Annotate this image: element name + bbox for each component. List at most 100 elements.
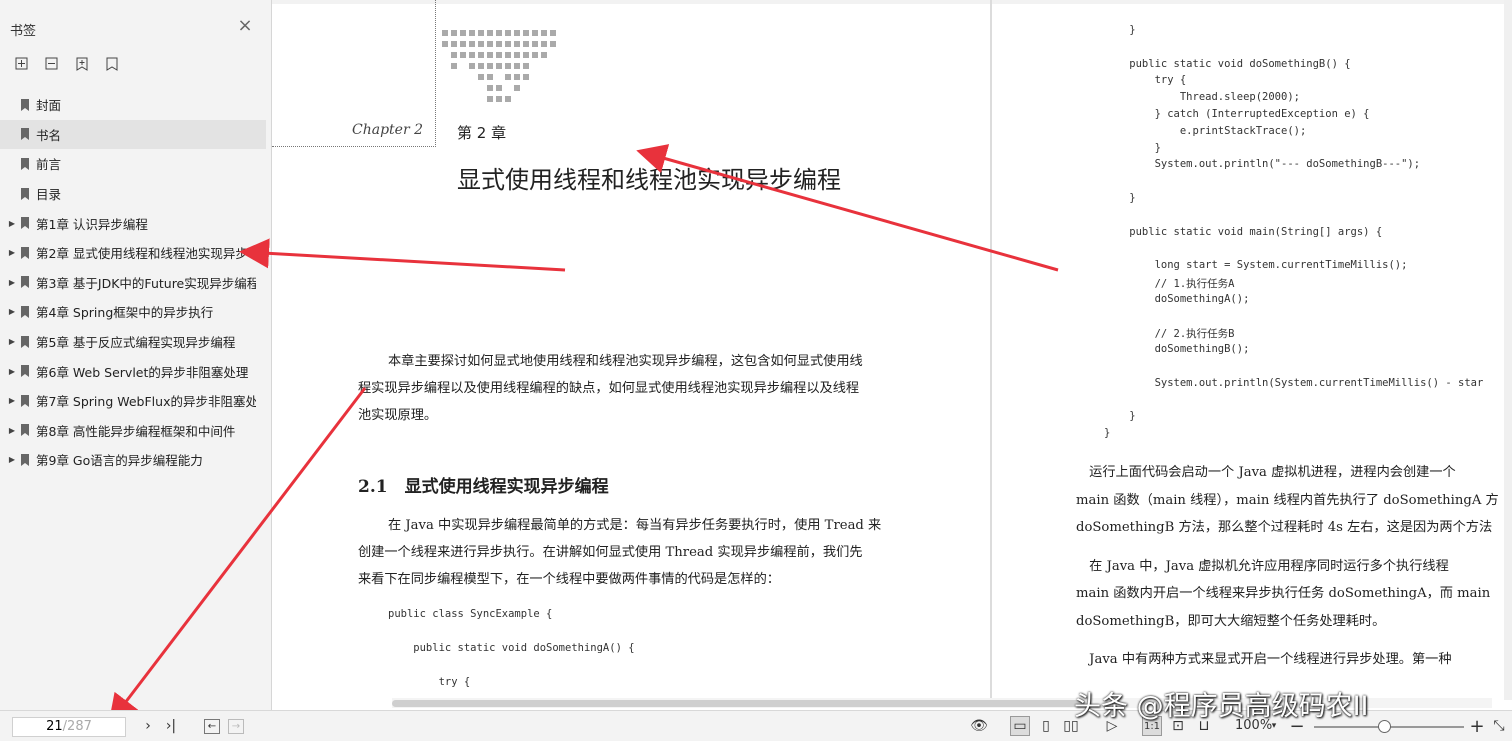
expand-arrow-icon[interactable]: ▶ [6,367,18,376]
bookmark-flag-icon [21,128,29,141]
bookmark-flag-icon [21,394,29,407]
expand-arrow-icon[interactable]: ▶ [6,426,18,435]
page-divider [990,0,992,700]
code-line: e.printStackTrace(); [1104,124,1307,137]
code-line: Thread.sleep(2000); [1104,91,1300,104]
code-line: } catch (InterruptedException e) { [1104,108,1370,120]
bookmark-item[interactable]: ▶ 第2章 显式使用线程和线程池实现异步 [0,238,272,268]
next-page-icon[interactable]: › [140,716,156,736]
bookmark-flag-icon [21,276,29,289]
text-line: doSomethingB，即可大大缩短整个任务处理耗时。 [1076,613,1386,629]
code-line: } [1104,192,1136,204]
bookmark-flag-icon [21,98,29,111]
next-view-icon[interactable]: → [228,719,244,734]
bookmark-flag-icon [21,157,29,170]
chapter-number: 第 2 章 [457,124,507,142]
prev-view-icon[interactable]: ← [204,719,220,734]
fullscreen-icon[interactable]: ⤡ [1490,716,1508,736]
text-line: main 函数（main 线程），main 线程内首先执行了 doSomethi… [1076,492,1499,508]
bookmark-flag-icon [21,187,29,200]
bookmark-list: 封面 书名 前言 目录 ▶ 第1章 认识异步编程 ▶ 第2章 显式使用线程和线程池实现异步 ▶ 第… [0,90,272,475]
add-bookmark-icon[interactable] [72,54,92,74]
code-line: } [1104,24,1136,36]
text-line: 池实现原理。 [358,408,438,423]
eye-icon[interactable]: 👁 [968,716,990,736]
expand-arrow-icon[interactable]: ▶ [6,307,18,316]
bookmark-label: 第7章 Spring WebFlux的异步非阻塞处理 [36,394,256,410]
code-line: } [1104,410,1136,423]
vertical-scrollbar[interactable] [1504,0,1512,700]
bookmark-label: 第9章 Go语言的异步编程能力 [36,453,203,469]
code-line: } [1104,141,1161,154]
bookmark-item[interactable]: ▶ 第6章 Web Servlet的异步非阻塞处理 [0,356,272,386]
bookmark-flag-icon [21,335,29,348]
code-line: doSomethingA(); [1104,292,1250,305]
chapter-decoration [442,30,556,102]
text-line: Java 中有两种方式来显式开启一个线程进行异步处理。第一种 [1076,652,1452,667]
close-icon[interactable]: × [236,17,254,36]
text-line: 来看下在同步编程模型下，在一个线程中要做两件事情的代码是怎样的： [358,572,780,587]
expand-arrow-icon[interactable]: ▶ [6,337,18,346]
bookmark-item[interactable]: ▶ 第7章 Spring WebFlux的异步非阻塞处理 [0,386,272,416]
zoom-in-icon[interactable]: + [1469,716,1484,737]
bookmark-label: 封面 [36,98,62,114]
bookmark-label: 第4章 Spring框架中的异步执行 [36,305,214,321]
collapse-all-icon[interactable] [42,54,62,74]
code-line: public static void main(String[] args) { [1104,225,1383,238]
expand-arrow-icon[interactable]: ▶ [6,219,18,228]
sidebar-toolbar [12,54,122,74]
bookmark-label: 书名 [36,127,62,143]
code-line: System.out.println(System.currentTimeMil… [1104,376,1484,389]
code-line: } [1104,427,1111,440]
bookmark-label: 第1章 认识异步编程 [36,216,148,232]
bookmark-label: 前言 [36,157,62,173]
bookmark-item[interactable]: ▶ 第1章 认识异步编程 [0,208,272,238]
expand-arrow-icon[interactable]: ▶ [6,455,18,464]
bookmark-item[interactable]: 封面 [0,90,272,120]
bookmark-item[interactable]: ▶ 第9章 Go语言的异步编程能力 [0,445,272,475]
text-line: 在 Java 中，Java 虚拟机允许应用程序同时运行多个执行线程 [1076,558,1449,574]
text-line: doSomethingB 方法，那么整个过程耗时 4s 左右，这是因为两个方法 [1076,520,1493,535]
code-line: long start = System.currentTimeMillis(); [1104,259,1408,272]
last-page-icon[interactable]: ›| [163,716,179,736]
bookmark-item[interactable]: 目录 [0,179,272,209]
code-line: try { [1104,74,1187,87]
expand-arrow-icon[interactable]: ▶ [6,248,18,257]
bookmark-flag-icon [21,365,29,378]
bookmark-item[interactable]: 书名 [0,119,266,150]
bookmark-icon[interactable] [102,54,122,74]
text-line: main 函数内开启一个线程来异步执行任务 doSomethingA，而 mai… [1076,586,1491,601]
expand-arrow-icon[interactable]: ▶ [6,396,18,405]
bookmark-item[interactable]: 前言 [0,149,272,179]
text-line: 在 Java 中实现异步编程最简单的方式是：每当有异步任务要执行时，使用 Tre… [388,518,882,533]
watermark: 头条 @程序员高级码农II [1074,691,1369,722]
expand-arrow-icon[interactable]: ▶ [6,278,18,287]
bookmark-flag-icon [21,217,29,230]
bookmark-item[interactable]: ▶ 第3章 基于JDK中的Future实现异步编程 [0,268,272,298]
text-line: 本章主要探讨如何显式地使用线程和线程池实现异步编程，这包含如何显式使用线 [388,354,863,369]
code-line: // 1.执行任务A [1104,278,1235,290]
continuous-page-icon[interactable]: ▯ [1036,716,1056,736]
single-page-icon[interactable]: ▭ [1010,716,1030,736]
page-top-edge [272,0,1512,4]
expand-all-icon[interactable] [12,54,32,74]
code-line: // 2.执行任务B [1104,328,1235,341]
bookmark-label: 第3章 基于JDK中的Future实现异步编程 [36,275,256,291]
code-line: public class SyncExample { [388,608,553,620]
bookmark-item[interactable]: ▶ 第4章 Spring框架中的异步执行 [0,297,272,327]
page-number-input[interactable]: 21/287 [12,717,126,737]
bookmark-label: 第5章 基于反应式编程实现异步编程 [36,335,236,351]
bookmark-label: 目录 [36,187,62,203]
scroll-thumb[interactable] [392,700,1082,707]
bookmark-label: 第2章 显式使用线程和线程池实现异步 [36,246,248,262]
code-line: public static void doSomethingB() { [1104,57,1351,70]
bookmark-item[interactable]: ▶ 第8章 高性能异步编程框架和中间件 [0,416,272,446]
zoom-slider-handle[interactable] [1378,720,1391,733]
code-line: doSomethingB(); [1104,343,1250,356]
bookmark-item[interactable]: ▶ 第5章 基于反应式编程实现异步编程 [0,327,272,357]
total-pages: /287 [62,719,92,734]
text-line: 创建一个线程来进行异步执行。在讲解如何显式使用 Thread 实现异步编程前，我… [358,545,863,560]
document-view[interactable]: Chapter 2 第 2 章 显式使用线程和线程池实现异步编程 本章主要探讨如… [272,0,1512,710]
code-line: System.out.println("--- doSomethingB---"… [1104,158,1421,171]
text-line: 运行上面代码会启动一个 Java 虚拟机进程，进程内会创建一个 [1076,465,1456,480]
